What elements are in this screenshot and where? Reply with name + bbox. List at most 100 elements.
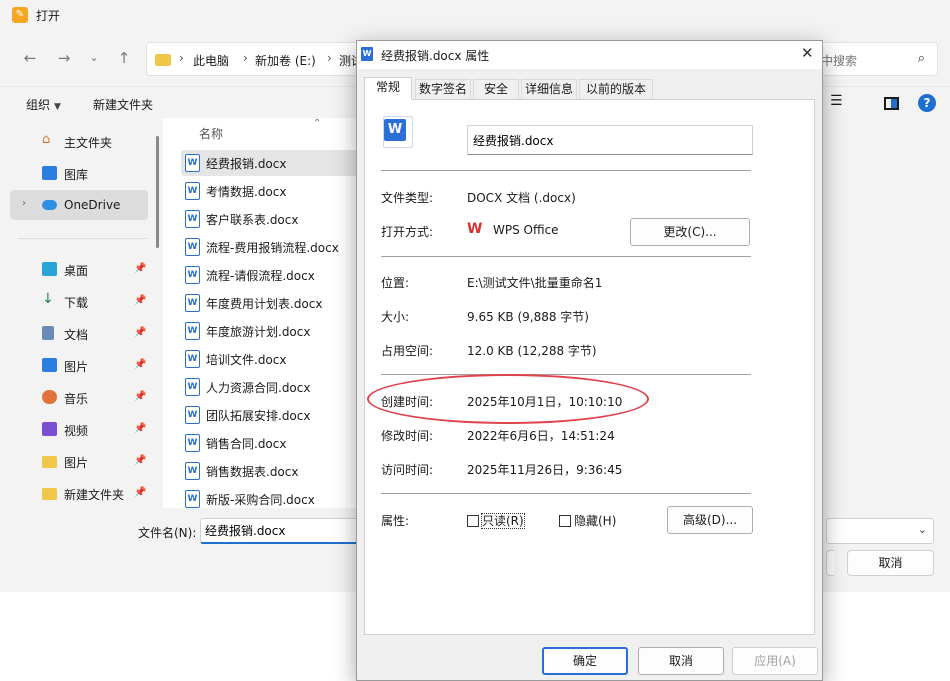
breadcrumb-this-pc[interactable]: 此电脑	[193, 52, 229, 69]
file-row[interactable]: W 年度费用计划表.docx	[181, 290, 361, 316]
divider	[381, 256, 751, 257]
up-arrow-icon[interactable]: ↑	[114, 48, 134, 68]
sidebar-item-pictures[interactable]: 图片 📌	[10, 350, 148, 380]
file-row[interactable]: W 销售合同.docx	[181, 430, 361, 456]
cloud-icon	[42, 200, 57, 210]
advanced-button[interactable]: 高级(D)...	[667, 506, 753, 534]
download-icon: ↓	[42, 291, 54, 307]
tab-previous-versions[interactable]: 以前的版本	[579, 79, 653, 99]
file-name: 年度费用计划表.docx	[206, 297, 323, 311]
general-tab-panel: W 文件类型: DOCX 文档 (.docx) 打开方式: W WPS Offi…	[364, 99, 815, 635]
home-icon: ⌂	[42, 132, 51, 147]
apply-button[interactable]: 应用(A)	[732, 647, 818, 675]
recent-chevron-down-icon[interactable]: ⌄	[84, 48, 104, 68]
file-row[interactable]: W 经费报销.docx	[181, 150, 361, 176]
file-row[interactable]: W 销售数据表.docx	[181, 458, 361, 484]
file-type-label: 文件类型:	[381, 191, 434, 205]
pin-icon[interactable]: 📌	[134, 295, 146, 306]
word-document-icon: W	[185, 406, 200, 424]
file-name: 客户联系表.docx	[206, 213, 299, 227]
file-row[interactable]: W 年度旅游计划.docx	[181, 318, 361, 344]
pin-icon[interactable]: 📌	[134, 423, 146, 434]
sidebar-item-label: OneDrive	[64, 198, 121, 212]
sidebar-item-label: 桌面	[64, 264, 89, 278]
file-row[interactable]: W 流程-请假流程.docx	[181, 262, 361, 288]
location-value: E:\测试文件\批量重命名1	[467, 276, 603, 290]
tab-general[interactable]: 常规	[364, 77, 412, 100]
tab-digital-signatures[interactable]: 数字签名	[415, 79, 471, 99]
pin-icon[interactable]: 📌	[134, 455, 146, 466]
sidebar-item-home[interactable]: ⌂ 主文件夹	[10, 126, 148, 156]
file-name-field[interactable]	[467, 125, 753, 155]
hidden-checkbox[interactable]: 隐藏(H)	[559, 512, 616, 529]
folder-icon	[155, 54, 171, 66]
pin-icon[interactable]: 📌	[134, 487, 146, 498]
readonly-checkbox[interactable]: 只读(R)	[467, 512, 525, 529]
cancel-button[interactable]: 取消	[847, 550, 934, 576]
sidebar-item-music[interactable]: 音乐 📌	[10, 382, 148, 412]
pin-icon[interactable]: 📌	[134, 263, 146, 274]
ok-button[interactable]: 确定	[542, 647, 628, 675]
forward-arrow-icon[interactable]: →	[54, 48, 74, 68]
sidebar-item-pictures-folder[interactable]: 图片 📌	[10, 446, 148, 476]
file-row[interactable]: W 人力资源合同.docx	[181, 374, 361, 400]
back-arrow-icon[interactable]: ←	[20, 48, 40, 68]
accessed-value: 2025年11月26日，9:36:45	[467, 463, 623, 477]
sidebar-scrollbar[interactable]	[156, 136, 159, 248]
sidebar-item-label: 图库	[64, 168, 89, 182]
sidebar-item-label: 图片	[64, 360, 89, 374]
sidebar-item-new-folder[interactable]: 新建文件夹 📌	[10, 478, 148, 508]
folder-icon	[42, 488, 57, 500]
sidebar-item-label: 文档	[64, 328, 89, 342]
change-button[interactable]: 更改(C)...	[630, 218, 750, 246]
tab-details[interactable]: 详细信息	[521, 79, 577, 99]
file-row[interactable]: W 客户联系表.docx	[181, 206, 361, 232]
folder-icon	[42, 456, 57, 468]
column-header-name[interactable]: 名称	[199, 125, 223, 142]
open-dialog-titlebar: ✎ 打开	[0, 0, 950, 32]
picture-icon	[42, 358, 57, 372]
file-name: 经费报销.docx	[206, 157, 287, 171]
sidebar-item-documents[interactable]: 文档 📌	[10, 318, 148, 348]
sidebar-item-label: 主文件夹	[64, 136, 113, 150]
file-row[interactable]: W 培训文件.docx	[181, 346, 361, 372]
search-icon: ⌕	[917, 51, 925, 66]
tab-security[interactable]: 安全	[473, 79, 519, 99]
wps-office-icon: W	[467, 221, 483, 237]
filename-input[interactable]	[200, 518, 360, 544]
sidebar-item-downloads[interactable]: ↓ 下载 📌	[10, 286, 148, 316]
music-icon	[42, 390, 57, 404]
word-document-icon: W	[383, 116, 413, 148]
pin-icon[interactable]: 📌	[134, 327, 146, 338]
modified-label: 修改时间:	[381, 429, 434, 443]
file-row[interactable]: W 考情数据.docx	[181, 178, 361, 204]
opens-with-label: 打开方式:	[381, 225, 434, 239]
video-icon	[42, 422, 57, 436]
word-document-icon: W	[185, 434, 200, 452]
pin-icon[interactable]: 📌	[134, 391, 146, 402]
preview-pane-icon[interactable]	[884, 97, 899, 110]
view-list-icon[interactable]: ☰	[830, 93, 846, 109]
new-folder-button[interactable]: 新建文件夹	[93, 96, 153, 113]
sidebar-item-videos[interactable]: 视频 📌	[10, 414, 148, 444]
sidebar-item-onedrive[interactable]: › OneDrive	[10, 190, 148, 220]
pin-icon[interactable]: 📌	[134, 359, 146, 370]
help-icon[interactable]: ?	[918, 94, 936, 112]
sidebar-item-gallery[interactable]: 图库	[10, 158, 148, 188]
breadcrumb-drive-e[interactable]: 新加卷 (E:)	[255, 52, 316, 69]
file-row[interactable]: W 团队拓展安排.docx	[181, 402, 361, 428]
sidebar-item-desktop[interactable]: 桌面 📌	[10, 254, 148, 284]
open-button[interactable]	[826, 550, 834, 576]
modified-value: 2022年6月6日，14:51:24	[467, 429, 615, 443]
word-document-icon: W	[185, 322, 200, 340]
file-row[interactable]: W 新版-采购合同.docx	[181, 486, 361, 512]
organize-menu-button[interactable]: 组织 ▼	[26, 96, 61, 113]
word-document-icon: W	[361, 47, 373, 61]
file-type-select[interactable]: ⌄	[826, 518, 934, 544]
chevron-right-icon: ›	[243, 51, 248, 65]
document-icon	[42, 326, 54, 340]
file-row[interactable]: W 流程-费用报销流程.docx	[181, 234, 361, 260]
close-icon[interactable]: ✕	[801, 44, 814, 62]
cancel-button[interactable]: 取消	[638, 647, 724, 675]
word-document-icon: W	[185, 182, 200, 200]
